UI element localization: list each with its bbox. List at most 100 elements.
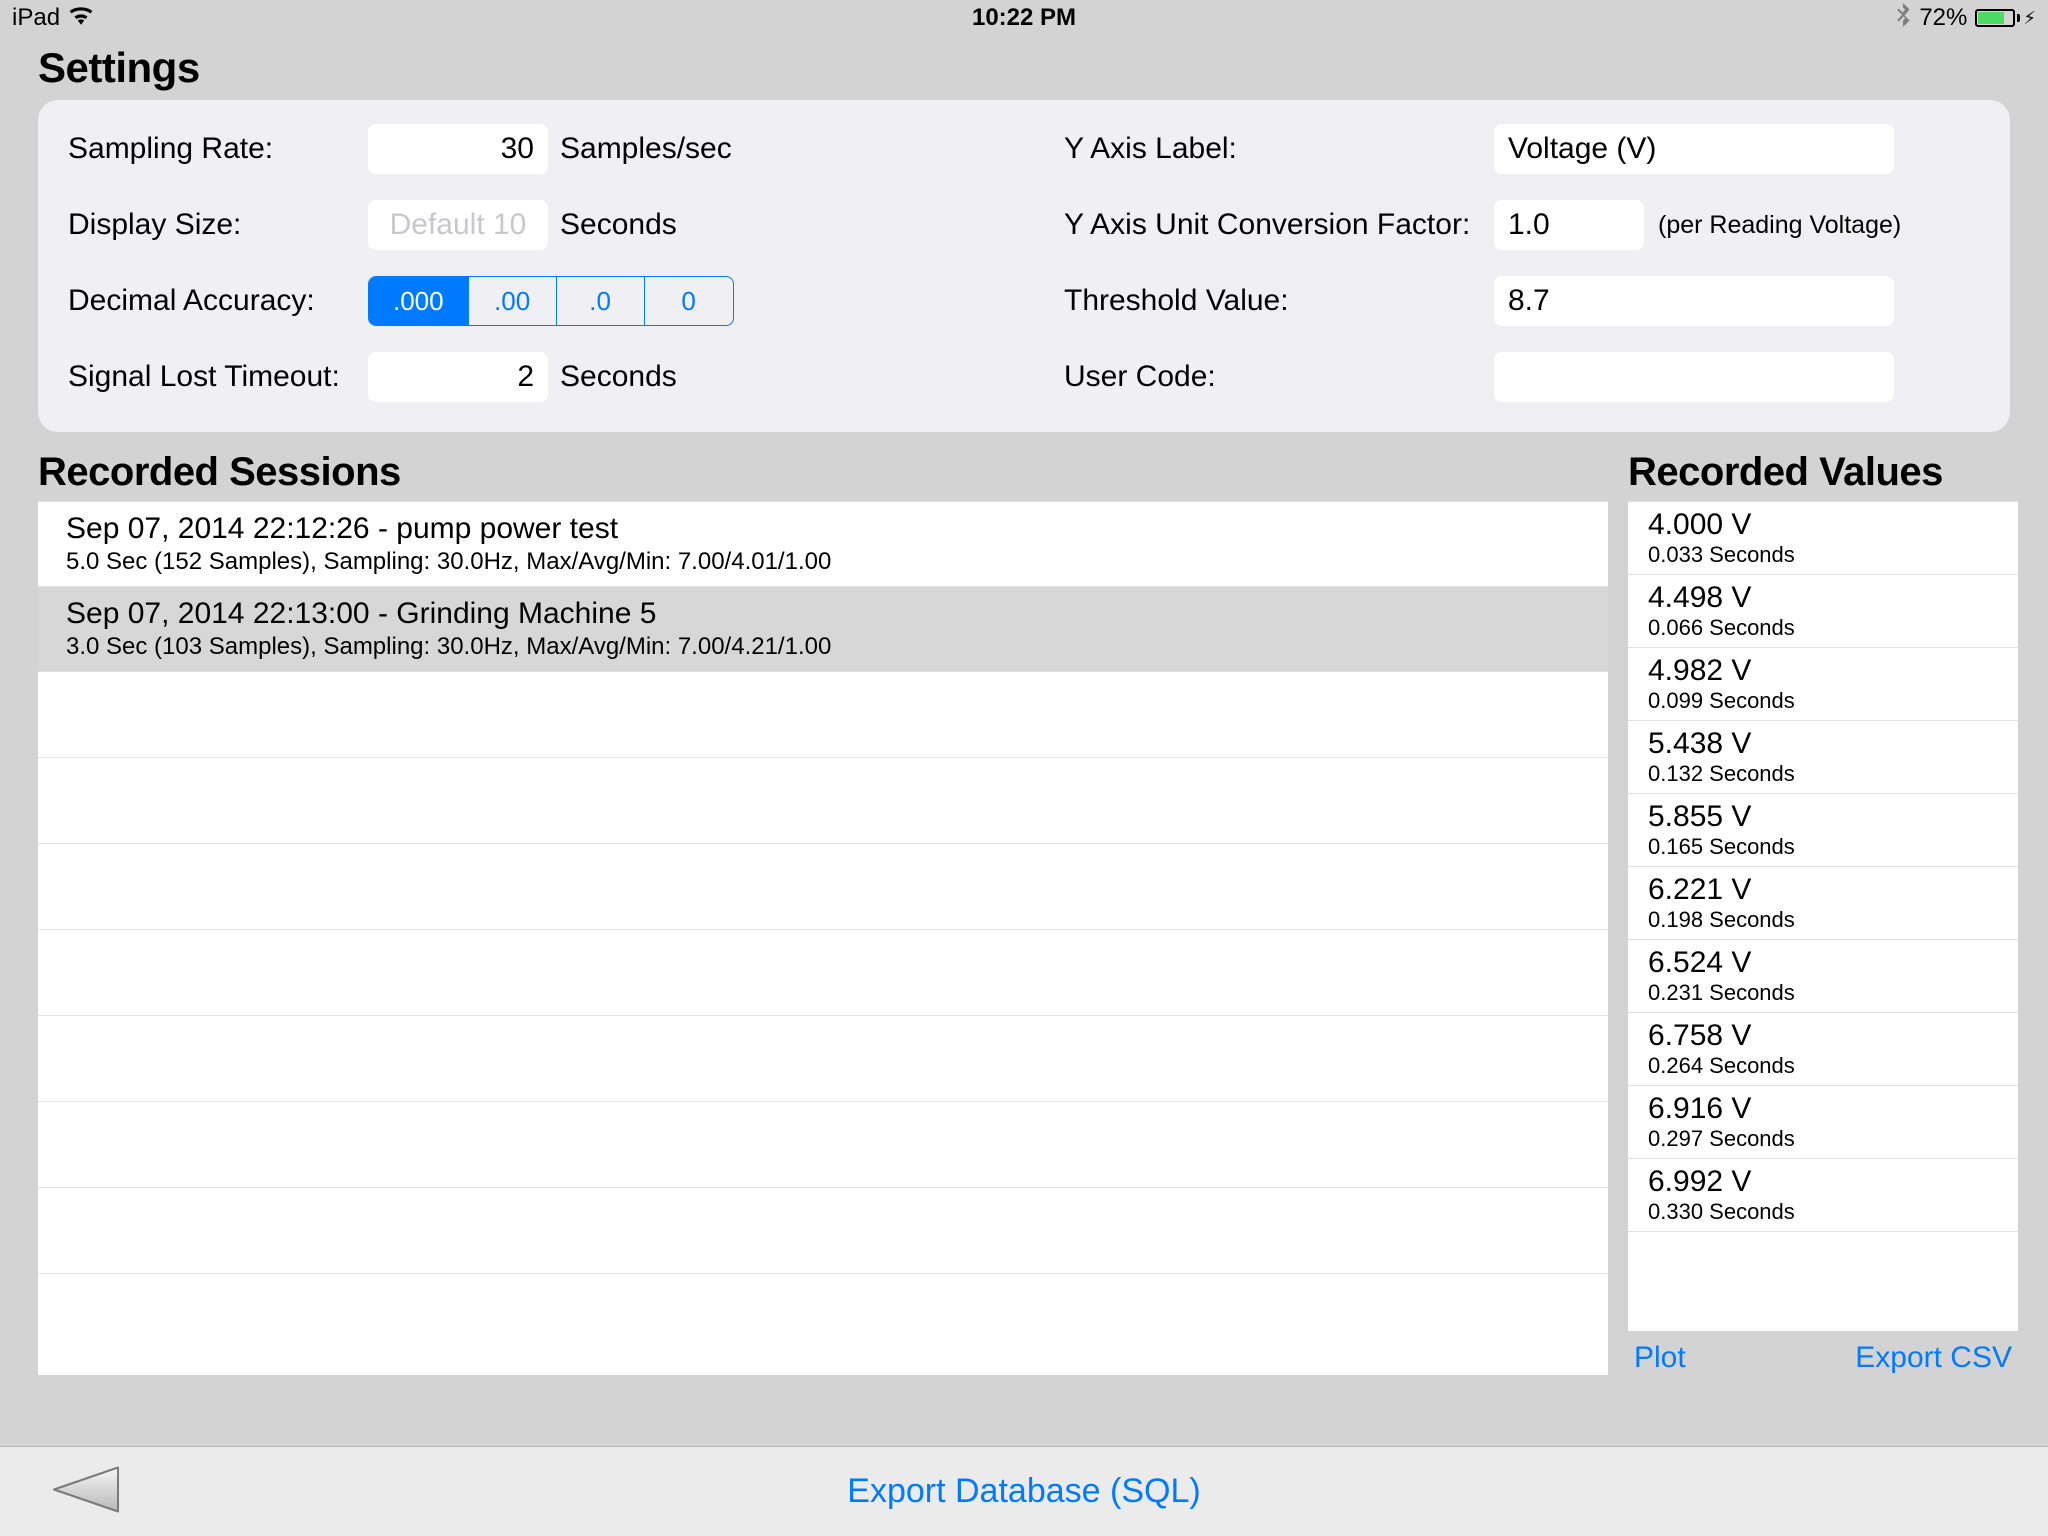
settings-right-column: Y Axis Label: Y Axis Unit Conversion Fac… bbox=[1064, 122, 1980, 404]
value-row[interactable]: 5.855 V0.165 Seconds bbox=[1628, 794, 2018, 867]
decimal-accuracy-row: Decimal Accuracy: .000.00.00 bbox=[68, 274, 984, 328]
display-size-unit: Seconds bbox=[560, 208, 677, 242]
session-row-subtitle: 5.0 Sec (152 Samples), Sampling: 30.0Hz,… bbox=[66, 548, 1580, 576]
value-row-time: 0.132 Seconds bbox=[1648, 761, 1998, 787]
sampling-rate-row: Sampling Rate: Samples/sec bbox=[68, 122, 984, 176]
user-code-label: User Code: bbox=[1064, 360, 1494, 394]
battery-percent: 72% bbox=[1919, 4, 1967, 32]
value-row-time: 0.033 Seconds bbox=[1648, 542, 1998, 568]
empty-session-row bbox=[38, 844, 1608, 930]
signal-lost-input[interactable] bbox=[368, 352, 548, 402]
signal-lost-label: Signal Lost Timeout: bbox=[68, 360, 368, 394]
recorded-values-title: Recorded Values bbox=[1628, 450, 2018, 501]
y-axis-label-input[interactable] bbox=[1494, 124, 1894, 174]
export-database-button[interactable]: Export Database (SQL) bbox=[847, 1472, 1200, 1511]
value-row-reading: 4.982 V bbox=[1648, 654, 1998, 688]
wifi-icon bbox=[68, 4, 94, 32]
display-size-input[interactable] bbox=[368, 200, 548, 250]
user-code-input[interactable] bbox=[1494, 352, 1894, 402]
back-arrow-icon bbox=[50, 1463, 122, 1515]
value-row-time: 0.099 Seconds bbox=[1648, 688, 1998, 714]
status-left: iPad bbox=[12, 4, 94, 32]
value-row[interactable]: 4.000 V0.033 Seconds bbox=[1628, 502, 2018, 575]
status-time: 10:22 PM bbox=[972, 4, 1076, 32]
battery-icon: ⚡︎ bbox=[1975, 8, 2036, 29]
decimal-accuracy-option[interactable]: 0 bbox=[645, 277, 733, 325]
sampling-rate-label: Sampling Rate: bbox=[68, 132, 368, 166]
threshold-value-input[interactable] bbox=[1494, 276, 1894, 326]
y-axis-conversion-hint: (per Reading Voltage) bbox=[1658, 211, 1901, 240]
value-row-time: 0.264 Seconds bbox=[1648, 1053, 1998, 1079]
value-row[interactable]: 5.438 V0.132 Seconds bbox=[1628, 721, 2018, 794]
threshold-value-row: Threshold Value: bbox=[1064, 274, 1980, 328]
user-code-row: User Code: bbox=[1064, 350, 1980, 404]
value-row[interactable]: 6.524 V0.231 Seconds bbox=[1628, 940, 2018, 1013]
value-row-time: 0.330 Seconds bbox=[1648, 1199, 1998, 1225]
status-bar: iPad 10:22 PM 72% ⚡︎ bbox=[0, 0, 2048, 36]
empty-session-row bbox=[38, 758, 1608, 844]
bottom-toolbar: Export Database (SQL) bbox=[0, 1446, 2048, 1536]
session-row-title: Sep 07, 2014 22:12:26 - pump power test bbox=[66, 512, 1580, 546]
value-row[interactable]: 6.221 V0.198 Seconds bbox=[1628, 867, 2018, 940]
session-row[interactable]: Sep 07, 2014 22:13:00 - Grinding Machine… bbox=[38, 587, 1608, 672]
decimal-accuracy-segmented[interactable]: .000.00.00 bbox=[368, 276, 734, 326]
empty-session-row bbox=[38, 672, 1608, 758]
content-area: Recorded Sessions Sep 07, 2014 22:12:26 … bbox=[0, 450, 2048, 1375]
values-footer: Plot Export CSV bbox=[1628, 1331, 2018, 1375]
value-row-time: 0.297 Seconds bbox=[1648, 1126, 1998, 1152]
y-axis-conversion-label: Y Axis Unit Conversion Factor: bbox=[1064, 208, 1494, 242]
value-row-reading: 6.221 V bbox=[1648, 873, 1998, 907]
y-axis-conversion-input[interactable] bbox=[1494, 200, 1644, 250]
value-row[interactable]: 4.498 V0.066 Seconds bbox=[1628, 575, 2018, 648]
session-row-subtitle: 3.0 Sec (103 Samples), Sampling: 30.0Hz,… bbox=[66, 633, 1580, 661]
recorded-values-list[interactable]: 4.000 V0.033 Seconds4.498 V0.066 Seconds… bbox=[1628, 501, 2018, 1331]
sampling-rate-input[interactable] bbox=[368, 124, 548, 174]
value-row-reading: 4.000 V bbox=[1648, 508, 1998, 542]
value-row[interactable]: 6.758 V0.264 Seconds bbox=[1628, 1013, 2018, 1086]
sampling-rate-unit: Samples/sec bbox=[560, 132, 732, 166]
status-right: 72% ⚡︎ bbox=[1895, 3, 2036, 34]
empty-session-row bbox=[38, 1188, 1608, 1274]
settings-left-column: Sampling Rate: Samples/sec Display Size:… bbox=[68, 122, 984, 404]
settings-panel: Sampling Rate: Samples/sec Display Size:… bbox=[38, 100, 2010, 432]
value-row[interactable]: 6.916 V0.297 Seconds bbox=[1628, 1086, 2018, 1159]
empty-session-row bbox=[38, 1016, 1608, 1102]
value-row-reading: 6.524 V bbox=[1648, 946, 1998, 980]
value-row-reading: 5.855 V bbox=[1648, 800, 1998, 834]
value-row-time: 0.231 Seconds bbox=[1648, 980, 1998, 1006]
page-title: Settings bbox=[0, 36, 2048, 100]
decimal-accuracy-option[interactable]: .00 bbox=[469, 277, 557, 325]
back-button[interactable] bbox=[50, 1463, 122, 1520]
signal-lost-unit: Seconds bbox=[560, 360, 677, 394]
signal-lost-row: Signal Lost Timeout: Seconds bbox=[68, 350, 984, 404]
threshold-value-label: Threshold Value: bbox=[1064, 284, 1494, 318]
decimal-accuracy-label: Decimal Accuracy: bbox=[68, 284, 368, 318]
device-label: iPad bbox=[12, 4, 60, 32]
value-row-time: 0.066 Seconds bbox=[1648, 615, 1998, 641]
value-row-time: 0.198 Seconds bbox=[1648, 907, 1998, 933]
y-axis-conversion-row: Y Axis Unit Conversion Factor: (per Read… bbox=[1064, 198, 1980, 252]
recorded-sessions-column: Recorded Sessions Sep 07, 2014 22:12:26 … bbox=[38, 450, 1608, 1375]
value-row[interactable]: 4.982 V0.099 Seconds bbox=[1628, 648, 2018, 721]
y-axis-label-label: Y Axis Label: bbox=[1064, 132, 1494, 166]
plot-button[interactable]: Plot bbox=[1634, 1341, 1686, 1375]
recorded-sessions-list[interactable]: Sep 07, 2014 22:12:26 - pump power test5… bbox=[38, 501, 1608, 1375]
value-row-reading: 5.438 V bbox=[1648, 727, 1998, 761]
value-row-reading: 6.916 V bbox=[1648, 1092, 1998, 1126]
value-row-reading: 6.992 V bbox=[1648, 1165, 1998, 1199]
value-row-reading: 6.758 V bbox=[1648, 1019, 1998, 1053]
display-size-row: Display Size: Seconds bbox=[68, 198, 984, 252]
export-csv-button[interactable]: Export CSV bbox=[1855, 1341, 2012, 1375]
session-row[interactable]: Sep 07, 2014 22:12:26 - pump power test5… bbox=[38, 502, 1608, 587]
recorded-sessions-title: Recorded Sessions bbox=[38, 450, 1608, 501]
value-row-reading: 4.498 V bbox=[1648, 581, 1998, 615]
y-axis-label-row: Y Axis Label: bbox=[1064, 122, 1980, 176]
display-size-label: Display Size: bbox=[68, 208, 368, 242]
value-row[interactable]: 6.992 V0.330 Seconds bbox=[1628, 1159, 2018, 1232]
decimal-accuracy-option[interactable]: .000 bbox=[369, 277, 469, 325]
empty-session-row bbox=[38, 1102, 1608, 1188]
recorded-values-column: Recorded Values 4.000 V0.033 Seconds4.49… bbox=[1628, 450, 2018, 1375]
decimal-accuracy-option[interactable]: .0 bbox=[557, 277, 645, 325]
empty-session-row bbox=[38, 930, 1608, 1016]
bluetooth-icon bbox=[1895, 3, 1911, 34]
